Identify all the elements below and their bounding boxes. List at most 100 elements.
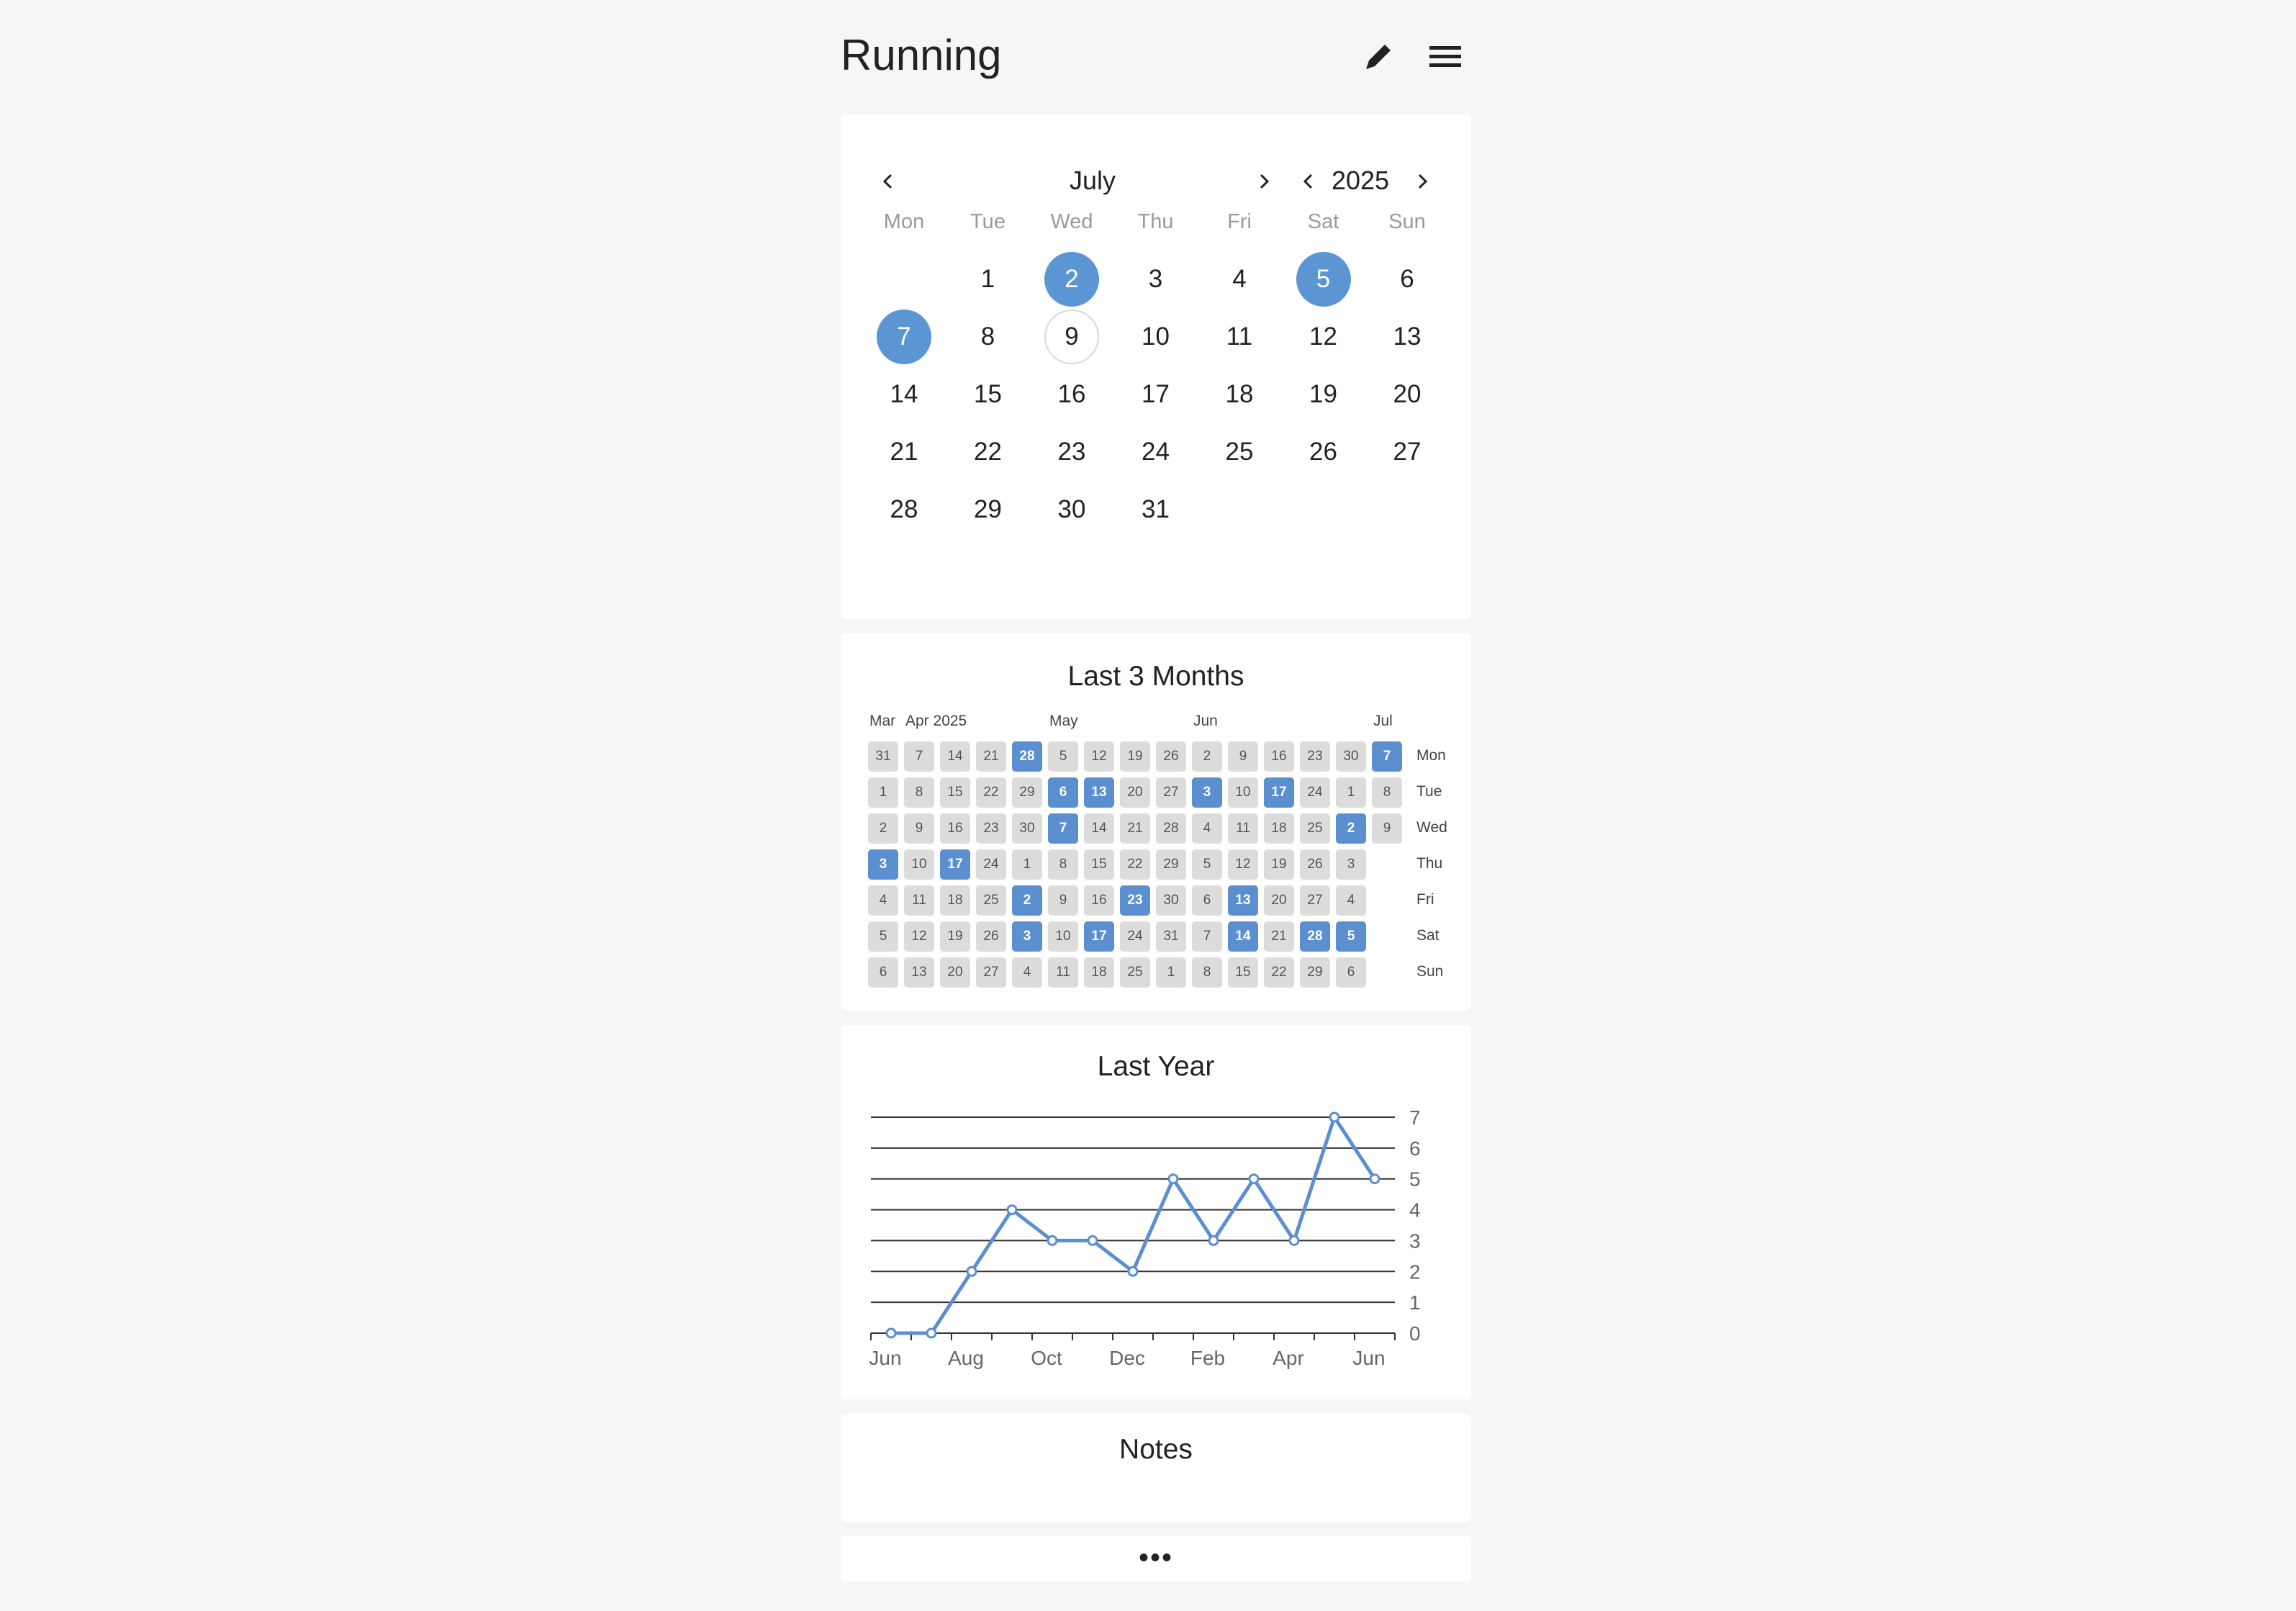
heatmap-cell[interactable]: 27 [1300,885,1330,916]
heatmap-cell[interactable]: 7 [904,741,934,772]
calendar-day-24[interactable]: 24 [1129,425,1183,479]
heatmap-cell[interactable]: 22 [976,777,1006,808]
heatmap-cell[interactable]: 7 [1048,813,1078,844]
heatmap-cell[interactable]: 3 [1012,921,1042,952]
heatmap-cell[interactable]: 3 [1336,849,1366,880]
heatmap-cell[interactable]: 21 [976,741,1006,772]
heatmap-cell[interactable]: 5 [868,921,898,952]
heatmap-cell[interactable]: 18 [940,885,970,916]
heatmap-cell[interactable]: 4 [1336,885,1366,916]
heatmap-cell[interactable]: 19 [940,921,970,952]
calendar-day-13[interactable]: 13 [1380,310,1434,364]
heatmap-cell[interactable]: 4 [1012,957,1042,988]
heatmap-cell[interactable]: 12 [1084,741,1114,772]
heatmap-cell[interactable]: 16 [940,813,970,844]
next-year-button[interactable] [1405,164,1439,199]
heatmap-cell[interactable]: 7 [1372,741,1402,772]
heatmap-cell[interactable]: 6 [1048,777,1078,808]
heatmap-cell[interactable]: 30 [1012,813,1042,844]
calendar-day-2[interactable]: 2 [1044,252,1099,307]
heatmap-cell[interactable]: 25 [1300,813,1330,844]
heatmap-cell[interactable]: 3 [868,849,898,880]
calendar-day-23[interactable]: 23 [1044,425,1099,479]
heatmap-cell[interactable]: 11 [1048,957,1078,988]
heatmap-cell[interactable]: 29 [1156,849,1186,880]
calendar-day-19[interactable]: 19 [1296,367,1351,422]
calendar-day-8[interactable]: 8 [961,310,1016,364]
more-options-icon[interactable]: ••• [841,1542,1471,1574]
heatmap-cell[interactable]: 15 [940,777,970,808]
heatmap-cell[interactable]: 17 [1084,921,1114,952]
heatmap-cell[interactable]: 17 [940,849,970,880]
heatmap-cell[interactable]: 6 [1336,957,1366,988]
heatmap-cell[interactable]: 7 [1192,921,1222,952]
calendar-day-1[interactable]: 1 [961,252,1016,307]
heatmap-cell[interactable]: 10 [1228,777,1258,808]
heatmap-cell[interactable]: 21 [1264,921,1294,952]
calendar-day-22[interactable]: 22 [961,425,1016,479]
heatmap-cell[interactable]: 15 [1084,849,1114,880]
calendar-day-21[interactable]: 21 [877,425,931,479]
heatmap-cell[interactable]: 1 [868,777,898,808]
heatmap-cell[interactable]: 22 [1120,849,1150,880]
calendar-day-27[interactable]: 27 [1380,425,1434,479]
heatmap-cell[interactable]: 28 [1156,813,1186,844]
heatmap-cell[interactable]: 8 [1048,849,1078,880]
heatmap-cell[interactable]: 31 [868,741,898,772]
heatmap-cell[interactable]: 6 [1192,885,1222,916]
calendar-day-12[interactable]: 12 [1296,310,1351,364]
heatmap-cell[interactable]: 9 [1372,813,1402,844]
heatmap-cell[interactable]: 15 [1228,957,1258,988]
heatmap-cell[interactable]: 2 [868,813,898,844]
heatmap-cell[interactable]: 20 [1120,777,1150,808]
heatmap-cell[interactable]: 2 [1012,885,1042,916]
heatmap-cell[interactable]: 29 [1012,777,1042,808]
heatmap-cell[interactable]: 28 [1012,741,1042,772]
heatmap-cell[interactable]: 25 [1120,957,1150,988]
calendar-day-14[interactable]: 14 [877,367,931,422]
heatmap-cell[interactable]: 22 [1264,957,1294,988]
calendar-day-18[interactable]: 18 [1212,367,1267,422]
calendar-day-10[interactable]: 10 [1129,310,1183,364]
calendar-day-15[interactable]: 15 [961,367,1016,422]
heatmap-cell[interactable]: 27 [1156,777,1186,808]
heatmap-cell[interactable]: 3 [1192,777,1222,808]
heatmap-cell[interactable]: 16 [1264,741,1294,772]
heatmap-cell[interactable]: 2 [1192,741,1222,772]
calendar-day-9[interactable]: 9 [1044,310,1099,364]
heatmap-cell[interactable]: 6 [868,957,898,988]
heatmap-cell[interactable]: 1 [1156,957,1186,988]
heatmap-cell[interactable]: 14 [1084,813,1114,844]
heatmap-cell[interactable]: 23 [1300,741,1330,772]
heatmap-cell[interactable]: 1 [1336,777,1366,808]
heatmap-cell[interactable]: 13 [904,957,934,988]
calendar-day-20[interactable]: 20 [1380,367,1434,422]
calendar-day-5[interactable]: 5 [1296,252,1351,307]
calendar-day-3[interactable]: 3 [1129,252,1183,307]
calendar-day-29[interactable]: 29 [961,482,1016,537]
heatmap-cell[interactable]: 13 [1228,885,1258,916]
heatmap-cell[interactable]: 20 [940,957,970,988]
heatmap-cell[interactable]: 2 [1336,813,1366,844]
calendar-day-7[interactable]: 7 [877,310,931,364]
heatmap-cell[interactable]: 5 [1192,849,1222,880]
calendar-day-25[interactable]: 25 [1212,425,1267,479]
heatmap-cell[interactable]: 18 [1084,957,1114,988]
heatmap-cell[interactable]: 8 [1372,777,1402,808]
heatmap-cell[interactable]: 31 [1156,921,1186,952]
calendar-day-26[interactable]: 26 [1296,425,1351,479]
prev-month-button[interactable] [871,164,905,199]
heatmap-cell[interactable]: 17 [1264,777,1294,808]
heatmap-cell[interactable]: 24 [1300,777,1330,808]
heatmap-cell[interactable]: 25 [976,885,1006,916]
heatmap-cell[interactable]: 23 [1120,885,1150,916]
calendar-day-11[interactable]: 11 [1212,310,1267,364]
heatmap-cell[interactable]: 26 [1156,741,1186,772]
heatmap-cell[interactable]: 23 [976,813,1006,844]
calendar-day-30[interactable]: 30 [1044,482,1099,537]
heatmap-cell[interactable]: 19 [1264,849,1294,880]
heatmap-cell[interactable]: 10 [904,849,934,880]
heatmap-cell[interactable]: 16 [1084,885,1114,916]
heatmap-cell[interactable]: 14 [1228,921,1258,952]
heatmap-cell[interactable]: 9 [904,813,934,844]
